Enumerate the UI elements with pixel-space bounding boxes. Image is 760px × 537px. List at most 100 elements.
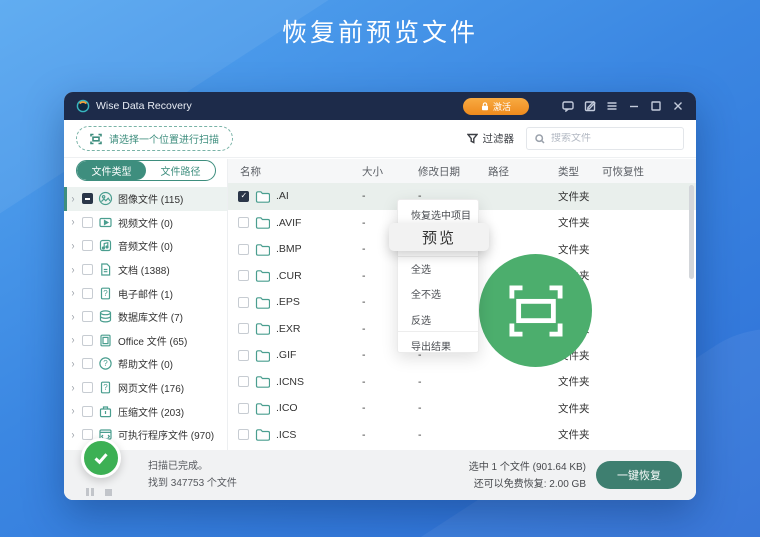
- filter-button[interactable]: 过滤器: [466, 131, 515, 146]
- file-name: .AVIF: [276, 216, 302, 229]
- chevron-right-icon[interactable]: ›: [69, 216, 77, 228]
- scan-complete-icon: [81, 438, 121, 478]
- checkbox[interactable]: [238, 270, 249, 282]
- chevron-right-icon[interactable]: ›: [69, 405, 77, 417]
- table-scrollbar[interactable]: [689, 185, 694, 279]
- chevron-right-icon[interactable]: ›: [69, 193, 77, 205]
- minimize-icon[interactable]: [627, 100, 640, 113]
- sidebar-item-database[interactable]: › 数据库文件 (7): [64, 305, 227, 329]
- sidebar-item-images[interactable]: › 图像文件 (115): [64, 187, 227, 211]
- activate-button[interactable]: 激活: [463, 97, 529, 115]
- help-icon: ?: [98, 356, 113, 371]
- checkbox[interactable]: [82, 334, 93, 346]
- column-header-name[interactable]: 名称: [228, 164, 362, 179]
- file-name: .EPS: [276, 296, 300, 309]
- folder-icon: [255, 190, 271, 203]
- pause-button[interactable]: [86, 488, 94, 496]
- menu-item-preview[interactable]: 预览: [389, 223, 489, 251]
- file-name: .ICS: [276, 428, 297, 441]
- sidebar-item-archives[interactable]: › 压缩文件 (203): [64, 399, 227, 423]
- sidebar-item-label: 文档 (1388): [118, 266, 170, 278]
- sidebar-item-label: 数据库文件 (7): [118, 313, 183, 325]
- chevron-right-icon[interactable]: ›: [69, 429, 77, 441]
- close-icon[interactable]: [671, 100, 684, 113]
- search-box[interactable]: [526, 127, 684, 150]
- video-icon: [98, 215, 113, 230]
- chevron-right-icon[interactable]: ›: [69, 382, 77, 394]
- checkbox[interactable]: [238, 217, 249, 229]
- sidebar-item-documents[interactable]: › 文档 (1388): [64, 258, 227, 282]
- checkbox[interactable]: [82, 216, 93, 228]
- edit-icon[interactable]: [583, 100, 596, 113]
- stop-button[interactable]: [104, 488, 112, 496]
- checkbox[interactable]: [238, 323, 249, 335]
- folder-icon: [255, 428, 271, 442]
- file-name: .EXR: [276, 322, 301, 335]
- chevron-right-icon[interactable]: ›: [69, 334, 77, 346]
- file-name: .BMP: [276, 243, 302, 256]
- sidebar-item-label: 网页文件 (176): [118, 384, 185, 396]
- column-header-size[interactable]: 大小: [362, 164, 418, 179]
- menu-item-select-all[interactable]: 全选: [411, 261, 431, 276]
- feedback-icon[interactable]: [561, 100, 574, 113]
- chevron-right-icon[interactable]: ›: [69, 358, 77, 370]
- checkbox[interactable]: [238, 190, 249, 202]
- chevron-right-icon[interactable]: ›: [69, 287, 77, 299]
- table-row[interactable]: .ICNS - - 文件夹: [228, 369, 696, 396]
- chevron-right-icon[interactable]: ›: [69, 240, 77, 252]
- table-row[interactable]: .ICO - - 文件夹: [228, 395, 696, 422]
- checkbox[interactable]: [82, 429, 93, 441]
- sidebar-item-label: 压缩文件 (203): [118, 407, 185, 419]
- tab-file-type[interactable]: 文件类型: [77, 161, 146, 180]
- menu-item-invert-selection[interactable]: 反选: [411, 312, 431, 327]
- sidebar-item-audio[interactable]: › 音频文件 (0): [64, 234, 227, 258]
- checkbox[interactable]: [82, 240, 93, 252]
- menu-item-deselect-all[interactable]: 全不选: [411, 286, 441, 301]
- folder-icon: [255, 269, 271, 283]
- sidebar-item-office[interactable]: › Office 文件 (65): [64, 329, 227, 353]
- select-location-button[interactable]: 请选择一个位置进行扫描: [76, 126, 233, 151]
- sidebar-item-help[interactable]: › ? 帮助文件 (0): [64, 352, 227, 376]
- checkbox[interactable]: [82, 193, 93, 205]
- checkbox[interactable]: [238, 243, 249, 255]
- checkbox[interactable]: [238, 429, 249, 441]
- checkbox[interactable]: [238, 402, 249, 414]
- checkbox[interactable]: [82, 382, 93, 394]
- toolbar: 请选择一个位置进行扫描 过滤器: [64, 120, 696, 158]
- menu-item-export-results[interactable]: 导出结果: [411, 338, 451, 353]
- selection-info-text: 选中 1 个文件 (901.64 KB): [468, 462, 586, 473]
- checkbox[interactable]: [82, 358, 93, 370]
- menu-icon[interactable]: [605, 100, 618, 113]
- sidebar-item-webpages[interactable]: › ? 网页文件 (176): [64, 376, 227, 400]
- chevron-right-icon[interactable]: ›: [69, 311, 77, 323]
- sidebar-item-videos[interactable]: › 视频文件 (0): [64, 211, 227, 235]
- menu-item-recover-selected[interactable]: 恢复选中项目: [411, 207, 471, 222]
- search-input[interactable]: [551, 133, 675, 144]
- main-content: 文件类型 文件路径 › 图像文件 (115) › 视频文件 (0) › 音频文件…: [64, 159, 696, 450]
- folder-icon: [255, 402, 271, 415]
- chevron-right-icon[interactable]: ›: [69, 264, 77, 276]
- tab-file-path[interactable]: 文件路径: [146, 161, 215, 180]
- column-header-recoverability[interactable]: 可恢复性: [602, 164, 696, 179]
- recover-button[interactable]: 一键恢复: [596, 461, 682, 489]
- sidebar: 文件类型 文件路径 › 图像文件 (115) › 视频文件 (0) › 音频文件…: [64, 159, 228, 450]
- column-header-path[interactable]: 路径: [488, 164, 558, 179]
- email-icon: ?: [98, 286, 113, 301]
- checkbox[interactable]: [82, 311, 93, 323]
- status-bar: 扫描已完成。 找到 347753 个文件 选中 1 个文件 (901.64 KB…: [64, 438, 696, 500]
- checkbox[interactable]: [82, 264, 93, 276]
- checkbox[interactable]: [238, 376, 249, 388]
- column-header-type[interactable]: 类型: [558, 164, 602, 179]
- sidebar-item-email[interactable]: › ? 电子邮件 (1): [64, 281, 227, 305]
- table-row[interactable]: .ICS - - 文件夹: [228, 422, 696, 449]
- filter-label: 过滤器: [482, 133, 515, 145]
- checkbox[interactable]: [82, 405, 93, 417]
- folder-icon: [255, 322, 271, 336]
- lock-icon: [481, 101, 488, 110]
- app-window: Wise Data Recovery 激活 请选择一个位置进行扫描 过滤器 搜索…: [64, 92, 696, 500]
- checkbox[interactable]: [238, 296, 249, 308]
- checkbox[interactable]: [238, 349, 249, 361]
- checkbox[interactable]: [82, 287, 93, 299]
- column-header-modified[interactable]: 修改日期: [418, 164, 488, 179]
- maximize-icon[interactable]: [649, 100, 662, 113]
